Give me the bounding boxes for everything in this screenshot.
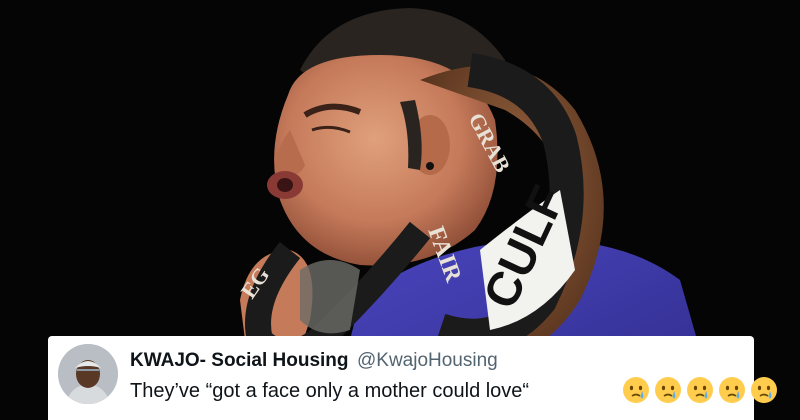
crying-face-emoji <box>751 377 777 403</box>
crying-face-emoji <box>719 377 745 403</box>
tweet-text: They’ve “got a face only a mother could … <box>130 380 530 402</box>
emoji-row <box>622 376 778 404</box>
user-handle[interactable]: @KwajoHousing <box>357 350 498 371</box>
display-name[interactable]: KWAJO- Social Housing <box>130 350 349 371</box>
meme-image: GRAB FAIR CULF EG KWAJO- Social Housing … <box>0 0 800 420</box>
tweet-author-row: KWAJO- Social Housing @KwajoHousing <box>130 349 498 374</box>
crying-face-emoji <box>623 377 649 403</box>
earring <box>426 162 434 170</box>
crying-face-emoji <box>655 377 681 403</box>
avatar[interactable] <box>58 344 118 404</box>
tweet-card: KWAJO- Social Housing @KwajoHousing They… <box>48 336 777 420</box>
crying-face-emoji <box>687 377 713 403</box>
avatar-image <box>58 344 118 404</box>
